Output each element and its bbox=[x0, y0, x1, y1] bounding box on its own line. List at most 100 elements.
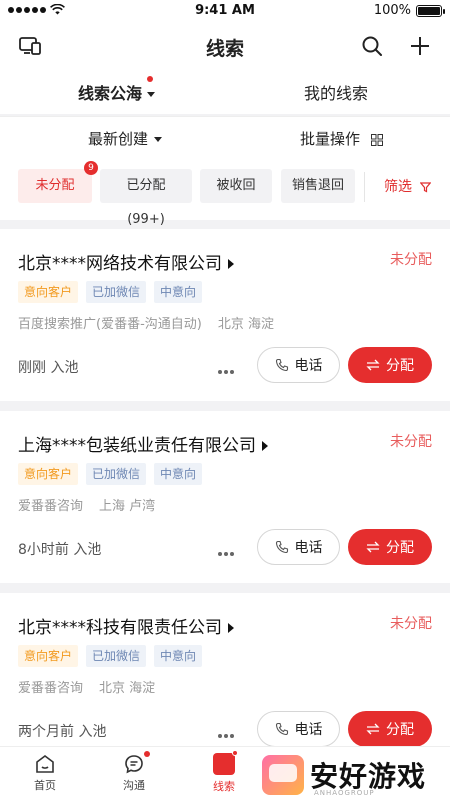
lead-card[interactable]: 北京****网络技术有限公司 未分配 意向客户 已加微信 中意向 百度搜索推广(… bbox=[0, 229, 450, 401]
assign-button[interactable]: 分配 bbox=[348, 347, 432, 383]
more-icon[interactable] bbox=[218, 541, 238, 556]
battery-percent: 100% bbox=[373, 3, 411, 18]
assign-label: 分配 bbox=[386, 540, 414, 556]
tab-lead-pool-label: 线索公海 bbox=[78, 84, 143, 103]
call-button[interactable]: 电话 bbox=[257, 347, 340, 383]
transfer-icon bbox=[366, 359, 380, 371]
chip-reclaimed[interactable]: 被收回 bbox=[200, 169, 272, 203]
status-badge: 未分配 bbox=[390, 616, 432, 632]
batch-operation-button[interactable]: 批量操作 bbox=[300, 128, 383, 149]
company-name[interactable]: 上海****包装纸业责任有限公司 bbox=[18, 431, 268, 456]
assign-label: 分配 bbox=[386, 358, 414, 374]
tag-wechat-added: 已加微信 bbox=[86, 281, 147, 303]
tag-intent-customer: 意向客户 bbox=[18, 281, 79, 303]
lead-source: 爱番番咨询 bbox=[18, 499, 84, 514]
company-name-text: 北京****网络技术有限公司 bbox=[18, 254, 222, 274]
transfer-icon bbox=[366, 723, 380, 735]
tabbar-leads-label: 线索 bbox=[213, 780, 235, 793]
assign-button[interactable]: 分配 bbox=[348, 711, 432, 747]
tabbar-leads[interactable]: 线索 bbox=[194, 750, 254, 794]
tabbar-home-label: 首页 bbox=[34, 779, 56, 792]
search-icon[interactable] bbox=[360, 34, 384, 58]
tag-medium-intent: 中意向 bbox=[154, 645, 203, 667]
phone-icon bbox=[275, 358, 288, 372]
call-button[interactable]: 电话 bbox=[257, 711, 340, 747]
batch-operation-label: 批量操作 bbox=[300, 130, 361, 148]
tag-intent-customer: 意向客户 bbox=[18, 645, 79, 667]
divider bbox=[364, 172, 365, 202]
phone-icon bbox=[275, 722, 288, 736]
chevron-down-icon bbox=[147, 92, 156, 97]
company-name-text: 上海****包装纸业责任有限公司 bbox=[18, 436, 256, 456]
status-badge: 未分配 bbox=[390, 252, 432, 268]
chip-assigned[interactable]: 已分配(99+) bbox=[100, 169, 192, 227]
pool-time: 两个月前 入池 bbox=[18, 724, 107, 740]
tag-medium-intent: 中意向 bbox=[154, 281, 203, 303]
company-name[interactable]: 北京****科技有限责任公司 bbox=[18, 613, 234, 638]
more-icon[interactable] bbox=[218, 359, 238, 374]
filter-button[interactable]: 筛选 bbox=[384, 176, 432, 196]
app-header: 线索 bbox=[0, 22, 450, 70]
tabbar-chat-label: 沟通 bbox=[123, 779, 145, 792]
battery-indicator: 100% bbox=[373, 3, 445, 18]
pool-time: 8小时前 入池 bbox=[18, 542, 102, 558]
tag-wechat-added: 已加微信 bbox=[86, 645, 147, 667]
lead-source: 爱番番咨询 bbox=[18, 681, 84, 696]
call-label: 电话 bbox=[294, 540, 323, 556]
lead-card[interactable]: 北京****科技有限责任公司 未分配 意向客户 已加微信 中意向 爱番番咨询 北京… bbox=[0, 593, 450, 753]
chevron-right-icon bbox=[262, 441, 268, 451]
notification-dot bbox=[144, 751, 150, 757]
status-bar: 9:41 AM 100% bbox=[0, 0, 450, 22]
unassigned-count-badge: 9 bbox=[84, 161, 98, 175]
sort-newest-dropdown[interactable]: 最新创建 bbox=[88, 128, 163, 149]
tab-lead-pool[interactable]: 线索公海 bbox=[78, 76, 156, 104]
lead-location: 北京 海淀 bbox=[217, 317, 274, 332]
chip-unassigned-label: 未分配 bbox=[35, 178, 75, 193]
assign-button[interactable]: 分配 bbox=[348, 529, 432, 565]
gamepad-logo-icon bbox=[262, 755, 304, 795]
status-badge: 未分配 bbox=[390, 434, 432, 450]
chat-icon bbox=[125, 755, 143, 774]
tag-list: 意向客户 已加微信 中意向 bbox=[18, 463, 203, 485]
call-label: 电话 bbox=[294, 722, 323, 738]
company-name-text: 北京****科技有限责任公司 bbox=[18, 618, 222, 638]
filter-label: 筛选 bbox=[384, 179, 412, 195]
tabbar-chat[interactable]: 沟通 bbox=[104, 751, 164, 793]
chevron-down-icon bbox=[154, 137, 163, 142]
tab-my-leads[interactable]: 我的线索 bbox=[304, 80, 368, 104]
notification-dot bbox=[232, 750, 238, 756]
lead-source: 百度搜索推广(爱番番-沟通自动) bbox=[18, 317, 202, 332]
home-icon bbox=[36, 755, 54, 773]
tag-list: 意向客户 已加微信 中意向 bbox=[18, 281, 203, 303]
call-button[interactable]: 电话 bbox=[257, 529, 340, 565]
grid-icon bbox=[370, 133, 383, 146]
tag-wechat-added: 已加微信 bbox=[86, 463, 147, 485]
tabbar-home[interactable]: 首页 bbox=[15, 753, 75, 793]
plus-icon[interactable] bbox=[408, 34, 432, 58]
lead-tabs: 线索公海 我的线索 bbox=[0, 70, 450, 114]
tag-list: 意向客户 已加微信 中意向 bbox=[18, 645, 203, 667]
notification-dot bbox=[147, 76, 154, 82]
funnel-icon bbox=[419, 181, 432, 192]
tag-medium-intent: 中意向 bbox=[154, 463, 203, 485]
pool-time: 刚刚 入池 bbox=[18, 360, 79, 376]
assign-label: 分配 bbox=[386, 722, 414, 738]
phone-icon bbox=[275, 540, 288, 554]
lead-location: 北京 海淀 bbox=[99, 681, 156, 696]
lead-meta: 爱番番咨询 北京 海淀 bbox=[18, 677, 155, 696]
chip-sales-returned[interactable]: 销售退回 bbox=[281, 169, 355, 203]
lead-meta: 爱番番咨询 上海 卢湾 bbox=[18, 495, 155, 514]
lead-meta: 百度搜索推广(爱番番-沟通自动) 北京 海淀 bbox=[18, 313, 274, 332]
lead-card[interactable]: 上海****包装纸业责任有限公司 未分配 意向客户 已加微信 中意向 爱番番咨询… bbox=[0, 411, 450, 583]
call-label: 电话 bbox=[294, 358, 323, 374]
chip-unassigned[interactable]: 未分配 9 bbox=[18, 161, 98, 203]
more-icon[interactable] bbox=[218, 723, 238, 738]
chevron-right-icon bbox=[228, 259, 234, 269]
company-name[interactable]: 北京****网络技术有限公司 bbox=[18, 249, 234, 274]
transfer-icon bbox=[366, 541, 380, 553]
filter-bar: 未分配 9 已分配(99+) 被收回 销售退回 筛选 bbox=[0, 158, 450, 227]
lead-location: 上海 卢湾 bbox=[99, 499, 156, 514]
sort-newest-label: 最新创建 bbox=[88, 130, 149, 148]
watermark-subtext: ANHAOGROUP bbox=[314, 789, 375, 797]
battery-icon bbox=[416, 4, 445, 17]
